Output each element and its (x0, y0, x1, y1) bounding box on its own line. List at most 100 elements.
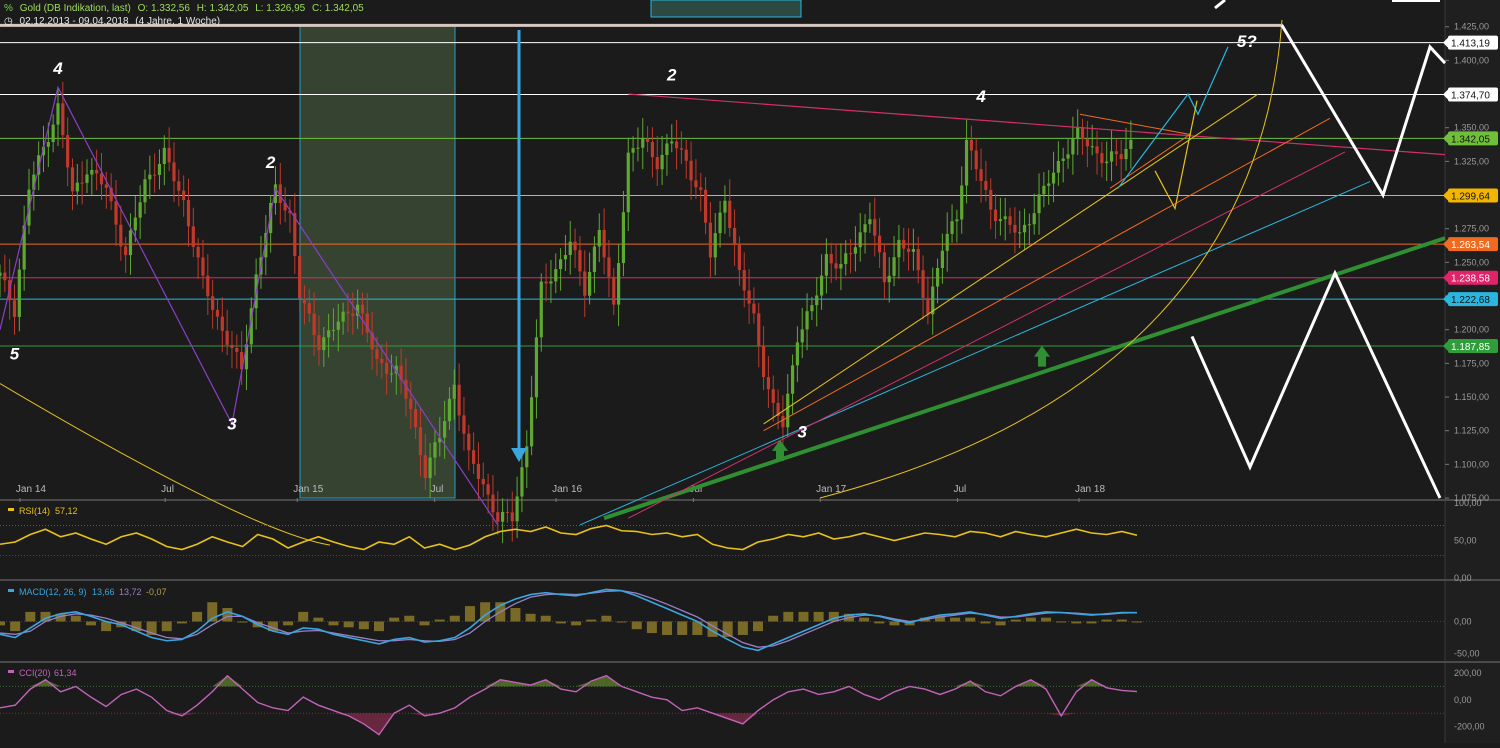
candle-body (472, 450, 475, 464)
ohlc-close: C: 1.342,05 (312, 3, 364, 14)
candle-body (1047, 183, 1050, 185)
candle-body (593, 247, 596, 273)
candle-body (414, 409, 417, 427)
candle-body (298, 256, 301, 298)
candle-body (81, 183, 84, 184)
price-label-text: 1.238,58 (1451, 274, 1490, 285)
candle-body (598, 230, 601, 247)
candle-body (216, 310, 219, 317)
clock-icon: ◷ (4, 16, 13, 27)
macd-histogram-bar (1011, 620, 1021, 622)
candle-body (385, 363, 388, 374)
candle-body (892, 257, 895, 276)
candle-body (863, 224, 866, 232)
candle-body (694, 180, 697, 187)
x-tick-label: Jul (954, 484, 967, 495)
macd-histogram-bar (25, 612, 35, 622)
candle-body (859, 232, 862, 247)
macd-histogram-bar (177, 622, 187, 624)
price-label-text: 1.299,64 (1451, 192, 1490, 203)
candle-body (602, 230, 605, 257)
candle-body (3, 273, 6, 281)
candle-body (1124, 149, 1127, 159)
candle-body (834, 263, 837, 268)
macd-legend-swatch (8, 589, 14, 592)
candle-body (767, 377, 770, 389)
ohlc-high: H: 1.342,05 (197, 3, 249, 14)
macd-histogram-bar (647, 622, 657, 634)
logo-icon: % (4, 3, 13, 14)
candle-body (728, 201, 731, 228)
candle-body (114, 201, 117, 225)
candle-body (670, 142, 673, 144)
candle-body (119, 225, 122, 247)
chart-header: % Gold (DB Indikation, last) O: 1.332,56… (4, 3, 368, 14)
macd-histogram-bar (632, 622, 642, 630)
candle-body (197, 247, 200, 258)
candle-body (675, 142, 678, 149)
candle-body (757, 313, 760, 345)
candle-body (1120, 154, 1123, 159)
indicator-y-tick: 0,00 (1454, 695, 1472, 705)
candle-body (946, 234, 949, 251)
macd-histogram-bar (617, 622, 627, 623)
candle-body (839, 264, 842, 269)
wave-label: 2 (666, 66, 677, 85)
candle-body (192, 226, 195, 247)
candle-body (979, 169, 982, 181)
candle-body (375, 349, 378, 359)
candle-body (419, 427, 422, 455)
candle-body (854, 247, 857, 253)
candle-body (143, 179, 146, 202)
candle-body (718, 213, 721, 234)
candle-body (883, 252, 886, 282)
macd-histogram-bar (465, 606, 475, 621)
highlight-zone-top (651, 0, 801, 17)
y-tick-label: 1.200,00 (1454, 325, 1489, 335)
candle-body (105, 184, 108, 187)
candle-body (791, 365, 794, 393)
macd-value: 13,66 (92, 587, 115, 597)
candle-body (313, 314, 316, 336)
candle-body (989, 190, 992, 210)
y-tick-label: 1.150,00 (1454, 392, 1489, 402)
instrument-name: Gold (DB Indikation, last) (20, 3, 131, 14)
macd-histogram-bar (222, 608, 232, 621)
candle-body (1023, 225, 1026, 232)
candle-body (805, 311, 808, 329)
macd-histogram-bar (556, 622, 566, 624)
candle-body (361, 305, 364, 314)
x-tick-label: Jan 17 (816, 484, 846, 495)
candle-body (90, 170, 93, 175)
wave-label: 5 (10, 344, 20, 363)
candle-body (660, 155, 663, 169)
candle-body (631, 148, 634, 153)
wave-label: 2 (265, 153, 276, 172)
candle-body (772, 389, 775, 403)
macd-histogram-bar (1041, 618, 1051, 622)
candle-body (549, 281, 552, 283)
candle-body (796, 342, 799, 365)
candle-body (1086, 139, 1089, 146)
cci-name: CCI(20) (19, 668, 51, 678)
candle-body (844, 253, 847, 264)
macd-histogram-bar (677, 622, 687, 635)
candle-body (1095, 146, 1098, 153)
macd-histogram-bar (586, 620, 596, 622)
candle-body (327, 330, 330, 337)
candle-body (680, 148, 683, 149)
candle-body (970, 140, 973, 151)
candle-body (235, 348, 238, 352)
macd-histogram-bar (344, 622, 354, 628)
candle-body (516, 496, 519, 521)
candle-body (583, 271, 586, 295)
date-range: 02.12.2013 - 09.04.2018 (20, 16, 129, 27)
candle-body (482, 479, 485, 484)
indicator-y-tick: 50,00 (1454, 536, 1477, 546)
macd-histogram-bar (162, 622, 172, 632)
macd-histogram-bar (1132, 622, 1142, 623)
candle-body (912, 249, 915, 252)
candle-body (747, 290, 750, 303)
candle-body (762, 346, 765, 377)
candle-body (496, 512, 499, 521)
